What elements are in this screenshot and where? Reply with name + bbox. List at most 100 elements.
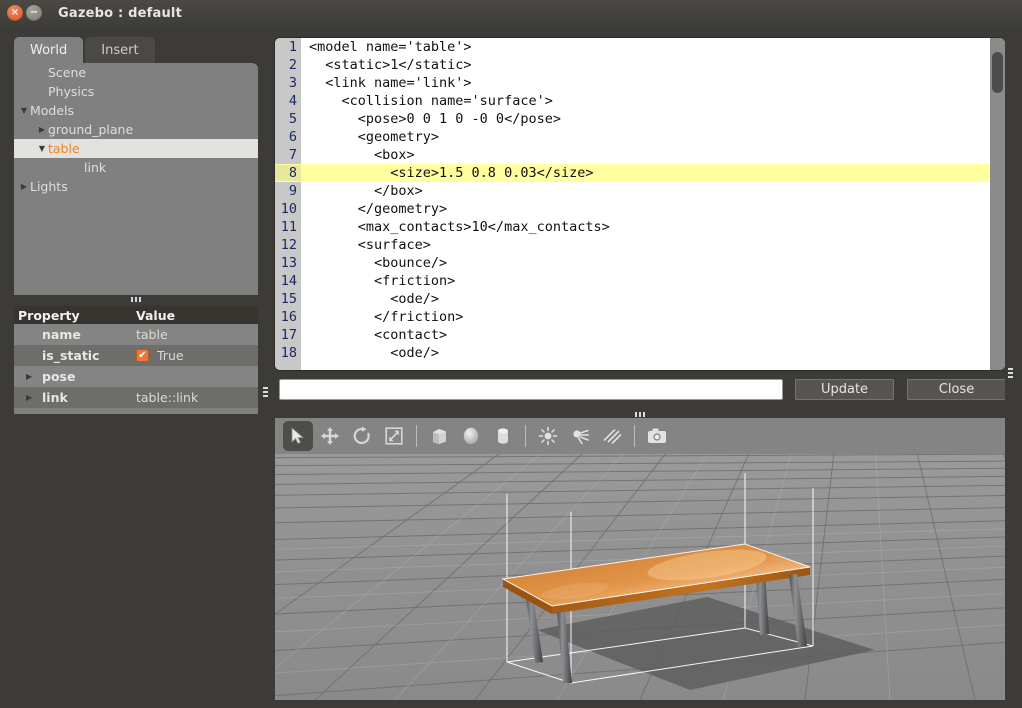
code-line[interactable]: 12 <surface>: [275, 236, 990, 254]
code-line[interactable]: 3 <link name='link'>: [275, 74, 990, 92]
property-value-label: table::link: [136, 390, 199, 405]
property-name-label: pose: [42, 369, 76, 384]
chevron-right-icon[interactable]: ▶: [36, 125, 48, 134]
tab-world[interactable]: World: [14, 37, 84, 64]
code-text: <pose>0 0 1 0 -0 0</pose>: [309, 111, 561, 127]
close-button[interactable]: Close: [907, 379, 1006, 400]
point-light-icon[interactable]: [533, 421, 563, 451]
close-icon[interactable]: ×: [7, 5, 23, 21]
tree-item-label: Models: [30, 103, 75, 118]
command-input[interactable]: [279, 379, 783, 400]
editor-vertical-scrollbar[interactable]: [990, 38, 1005, 370]
editor-scrollbar-thumb[interactable]: [992, 52, 1003, 93]
minimize-icon[interactable]: −: [26, 5, 42, 21]
cylinder-shape-icon[interactable]: [488, 421, 518, 451]
tab-insert[interactable]: Insert: [85, 37, 155, 64]
translate-move-icon[interactable]: [315, 421, 345, 451]
tree-item-label: ground_plane: [48, 122, 134, 137]
viewport-resize-grip[interactable]: [1008, 365, 1014, 381]
code-line[interactable]: 9 </box>: [275, 182, 990, 200]
code-text: </geometry>: [309, 201, 448, 217]
gazebo-3d-viewport[interactable]: [275, 454, 1005, 700]
tree-item-label: Lights: [30, 179, 68, 194]
code-line[interactable]: 7 <box>: [275, 146, 990, 164]
property-name-label: link: [42, 390, 68, 405]
world-tree[interactable]: Scene Physics ▼ Models ▶ ground_plane ▼ table li…: [14, 63, 258, 295]
code-line[interactable]: 5 <pose>0 0 1 0 -0 0</pose>: [275, 110, 990, 128]
tree-item-Physics[interactable]: Physics: [14, 82, 258, 101]
property-row-pose[interactable]: ▶ pose: [14, 366, 258, 387]
property-name-cell: name: [14, 327, 136, 342]
property-row-link[interactable]: ▶ link table::link: [14, 387, 258, 408]
line-number: 12: [275, 237, 301, 253]
checkbox-icon[interactable]: ✔: [136, 349, 149, 362]
line-number: 15: [275, 291, 301, 307]
property-value-cell: table::link: [136, 390, 258, 405]
code-text: <box>: [309, 147, 415, 163]
chevron-down-icon[interactable]: ▼: [18, 106, 30, 115]
sphere-shape-icon[interactable]: [456, 421, 486, 451]
code-text: <link name='link'>: [309, 75, 472, 91]
property-table-header: Property Value: [14, 306, 258, 324]
dock-resize-grip[interactable]: [263, 384, 269, 400]
code-line[interactable]: 18 <ode/>: [275, 344, 990, 362]
spot-light-icon[interactable]: [565, 421, 595, 451]
code-line[interactable]: 10 </geometry>: [275, 200, 990, 218]
code-text: <collision name='surface'>: [309, 93, 553, 109]
property-name-label: is_static: [42, 348, 100, 363]
property-table: Property Value name table is_static ✔ True ▶ p…: [14, 306, 258, 414]
property-row-name[interactable]: name table: [14, 324, 258, 345]
line-number: 9: [275, 183, 301, 199]
code-line[interactable]: 4 <collision name='surface'>: [275, 92, 990, 110]
minimize-glyph: −: [29, 7, 39, 18]
scale-icon[interactable]: [379, 421, 409, 451]
code-line[interactable]: 13 <bounce/>: [275, 254, 990, 272]
toolbar-separator: [416, 425, 417, 447]
line-number: 5: [275, 111, 301, 127]
editor-code-area[interactable]: 1 <model name='table'> 2 <static>1</static…: [275, 38, 990, 370]
code-line[interactable]: 6 <geometry>: [275, 128, 990, 146]
line-number: 14: [275, 273, 301, 289]
code-line[interactable]: 11 <max_contacts>10</max_contacts>: [275, 218, 990, 236]
property-name-cell: ▶ link: [14, 390, 136, 405]
line-number: 7: [275, 147, 301, 163]
scene-toolbar: [275, 418, 1005, 454]
code-line[interactable]: 17 <contact>: [275, 326, 990, 344]
close-glyph: ×: [10, 7, 20, 18]
tree-item-Models[interactable]: ▼ Models: [14, 101, 258, 120]
property-row-is_static[interactable]: is_static ✔ True: [14, 345, 258, 366]
tree-item-ground_plane[interactable]: ▶ ground_plane: [14, 120, 258, 139]
screenshot-camera-icon[interactable]: [642, 421, 672, 451]
code-line[interactable]: 14 <friction>: [275, 272, 990, 290]
tree-item-Scene[interactable]: Scene: [14, 63, 258, 82]
tree-property-splitter[interactable]: [14, 296, 258, 303]
code-line[interactable]: 16 </friction>: [275, 308, 990, 326]
toolbar-drag-grip[interactable]: [632, 410, 648, 418]
select-arrow-icon[interactable]: [283, 421, 313, 451]
line-number: 4: [275, 93, 301, 109]
chevron-right-icon[interactable]: ▶: [26, 393, 40, 402]
toolbar-separator: [525, 425, 526, 447]
tree-item-table[interactable]: ▼ table: [14, 139, 258, 158]
code-text: <ode/>: [309, 345, 440, 361]
model-xml-editor[interactable]: 1 <model name='table'> 2 <static>1</static…: [275, 38, 1005, 370]
code-line[interactable]: 2 <static>1</static>: [275, 56, 990, 74]
line-number: 17: [275, 327, 301, 343]
code-line[interactable]: 8 <size>1.5 0.8 0.03</size>: [275, 164, 990, 182]
chevron-down-icon[interactable]: ▼: [36, 144, 48, 153]
chevron-right-icon[interactable]: ▶: [26, 372, 40, 381]
code-text: </box>: [309, 183, 423, 199]
directional-light-icon[interactable]: [597, 421, 627, 451]
code-line[interactable]: 1 <model name='table'>: [275, 38, 990, 56]
chevron-right-icon[interactable]: ▶: [18, 182, 30, 191]
code-line[interactable]: 15 <ode/>: [275, 290, 990, 308]
tree-item-link[interactable]: link: [14, 158, 258, 177]
box-shape-icon[interactable]: [424, 421, 454, 451]
tree-item-Lights[interactable]: ▶ Lights: [14, 177, 258, 196]
update-button[interactable]: Update: [795, 379, 894, 400]
code-text: <friction>: [309, 273, 456, 289]
rotate-icon[interactable]: [347, 421, 377, 451]
tree-item-label: table: [48, 141, 80, 156]
toolbar-separator: [634, 425, 635, 447]
property-value-cell: ✔ True: [136, 348, 258, 363]
